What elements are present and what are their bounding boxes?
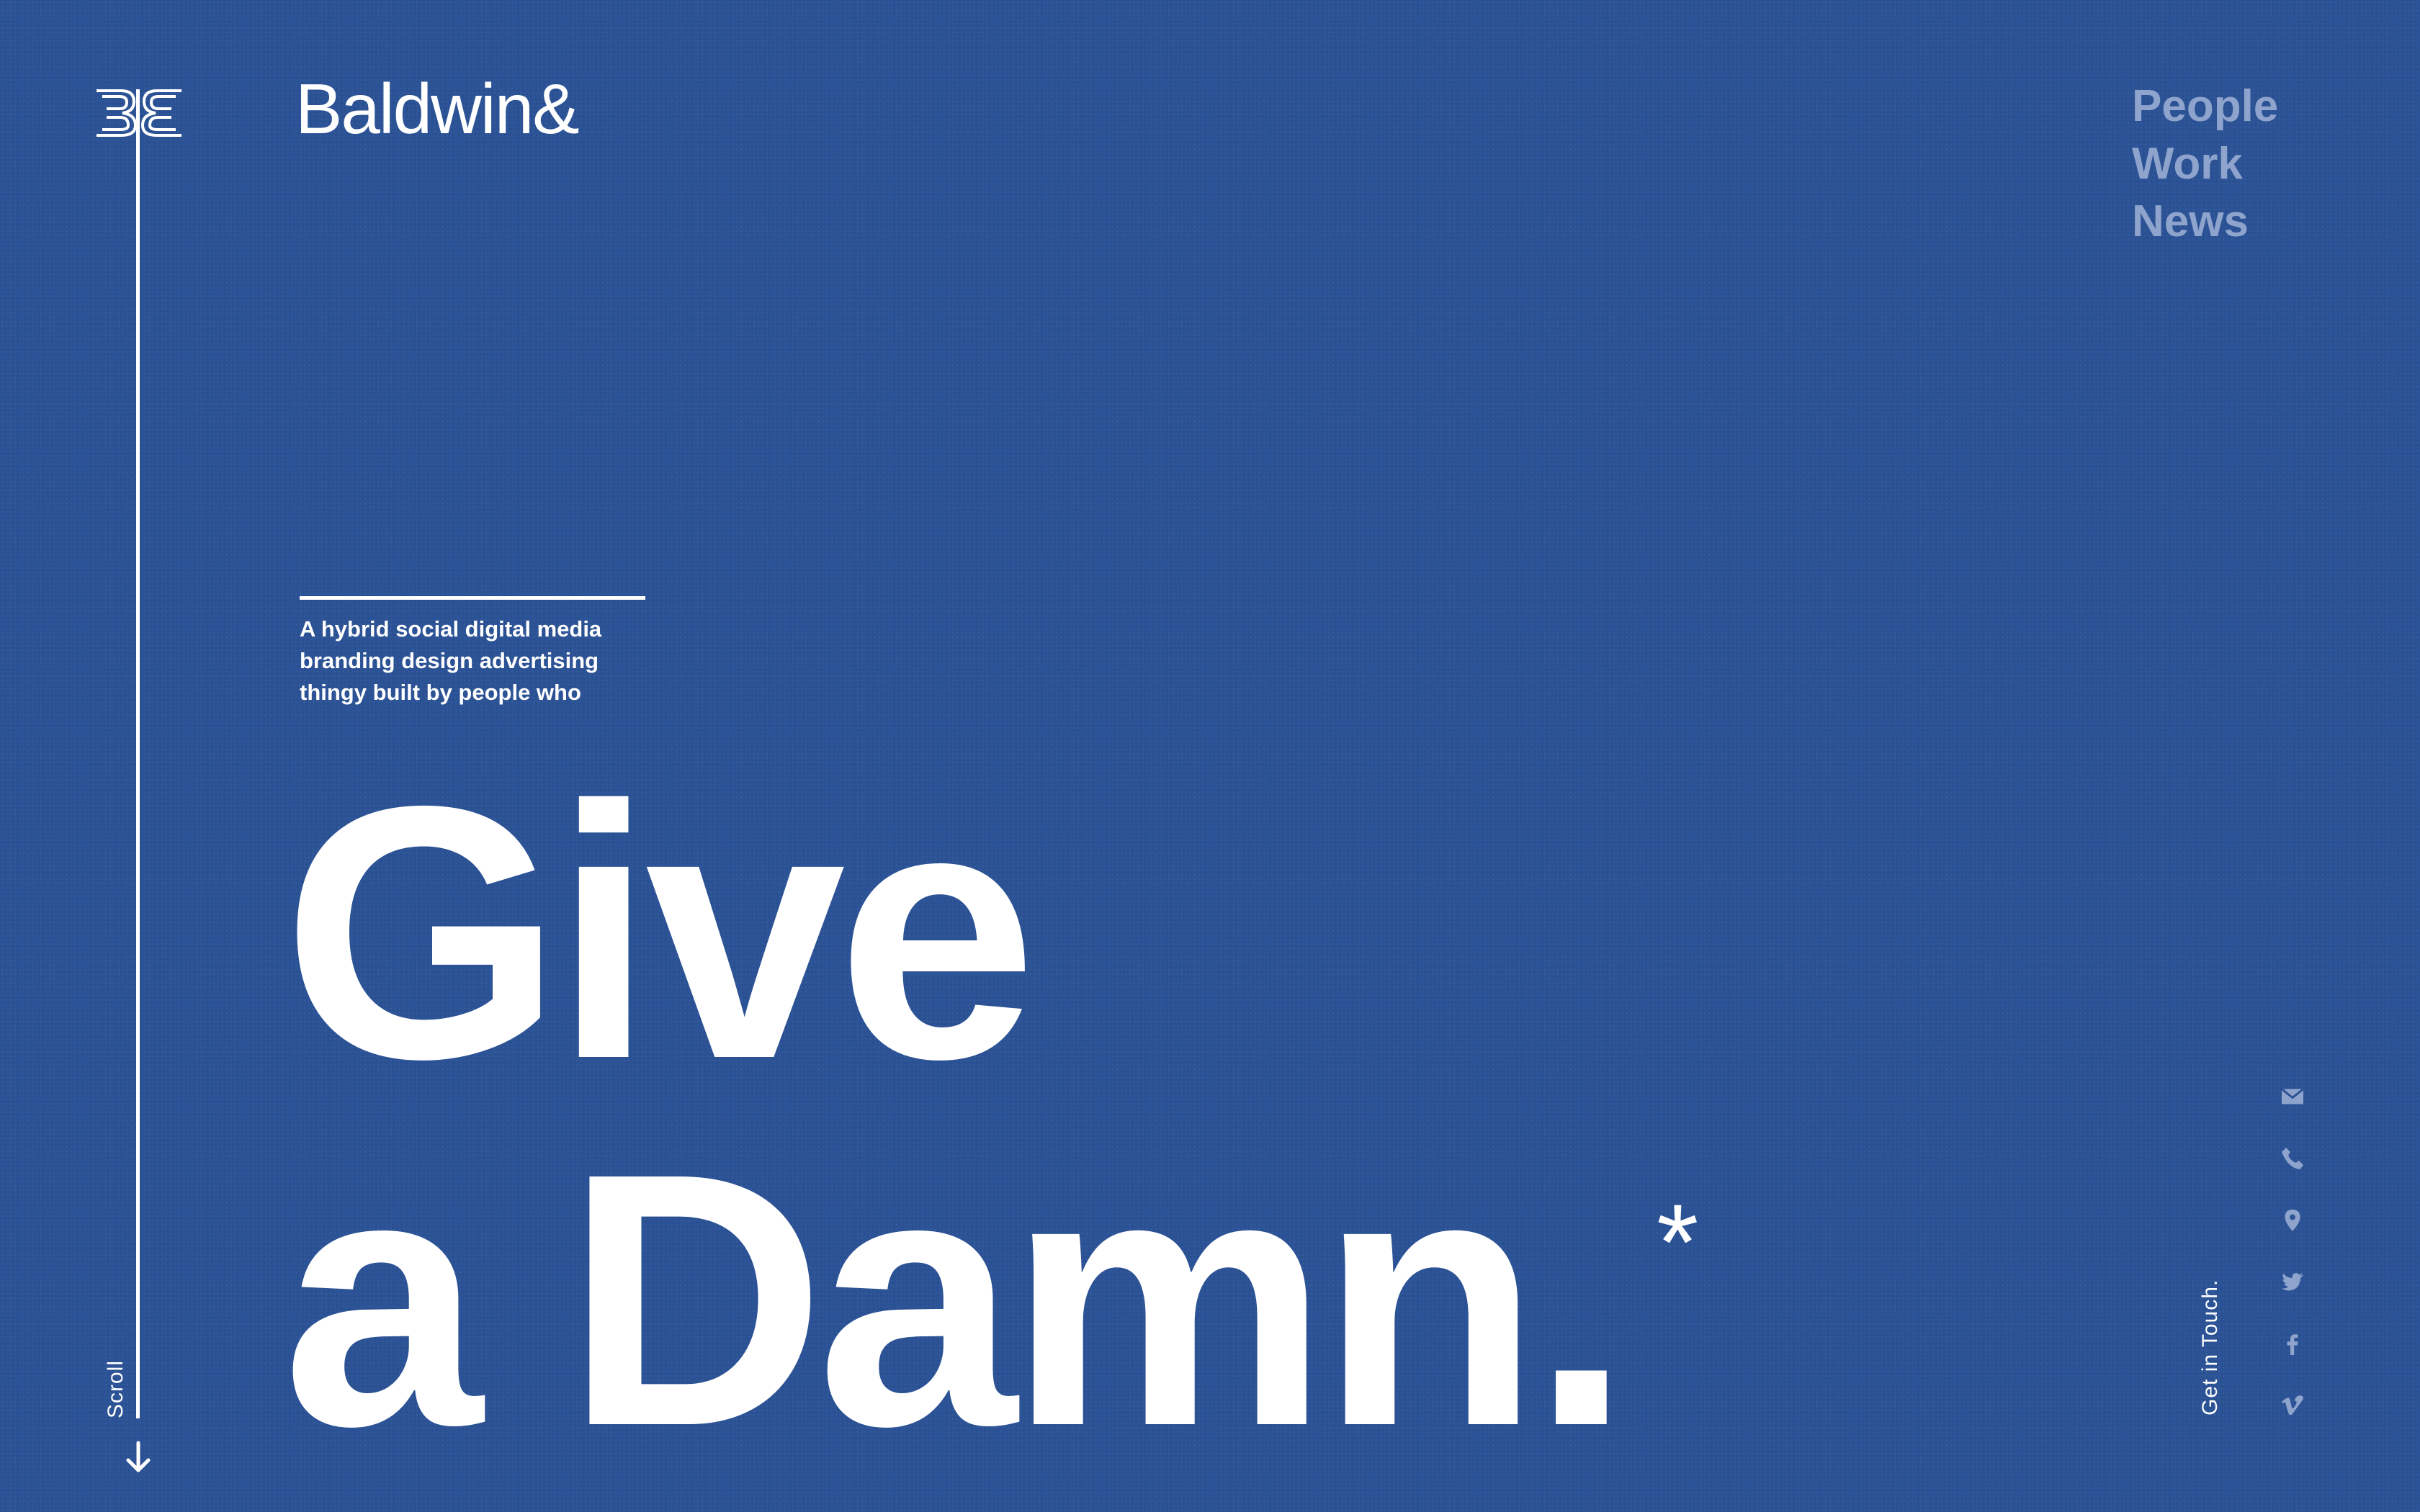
hero-line-1: Give: [282, 731, 1037, 1133]
hero-asterisk: *: [1657, 1182, 1699, 1302]
map-pin-icon[interactable]: [2276, 1204, 2309, 1237]
tagline-line: A hybrid social digital media: [300, 616, 602, 642]
brand-name[interactable]: Baldwin&: [295, 73, 580, 144]
twitter-icon[interactable]: [2276, 1266, 2309, 1299]
scroll-label[interactable]: Scroll: [104, 1360, 128, 1418]
main-nav: People Work News: [2132, 78, 2278, 251]
tagline-line: thingy built by people who: [300, 680, 581, 705]
vimeo-icon[interactable]: [2276, 1390, 2309, 1423]
get-in-touch-label[interactable]: Get in Touch.: [2198, 1279, 2223, 1416]
nav-item-news[interactable]: News: [2132, 193, 2278, 251]
tagline: A hybrid social digital media branding d…: [300, 613, 674, 708]
tagline-line: branding design advertising: [300, 648, 599, 673]
mail-icon[interactable]: [2276, 1080, 2309, 1113]
nav-item-work[interactable]: Work: [2132, 135, 2278, 193]
phone-icon[interactable]: [2276, 1142, 2309, 1175]
contact-icons: [2276, 1080, 2309, 1452]
hero-headline: Give a Damn.: [282, 731, 1631, 1500]
scroll-track-line: [136, 89, 140, 1418]
arrow-down-icon[interactable]: [124, 1440, 153, 1475]
facebook-icon[interactable]: [2276, 1328, 2309, 1361]
hero-line-2: a Damn.: [282, 1098, 1631, 1500]
tagline-rule: [300, 596, 645, 600]
nav-item-people[interactable]: People: [2132, 78, 2278, 135]
